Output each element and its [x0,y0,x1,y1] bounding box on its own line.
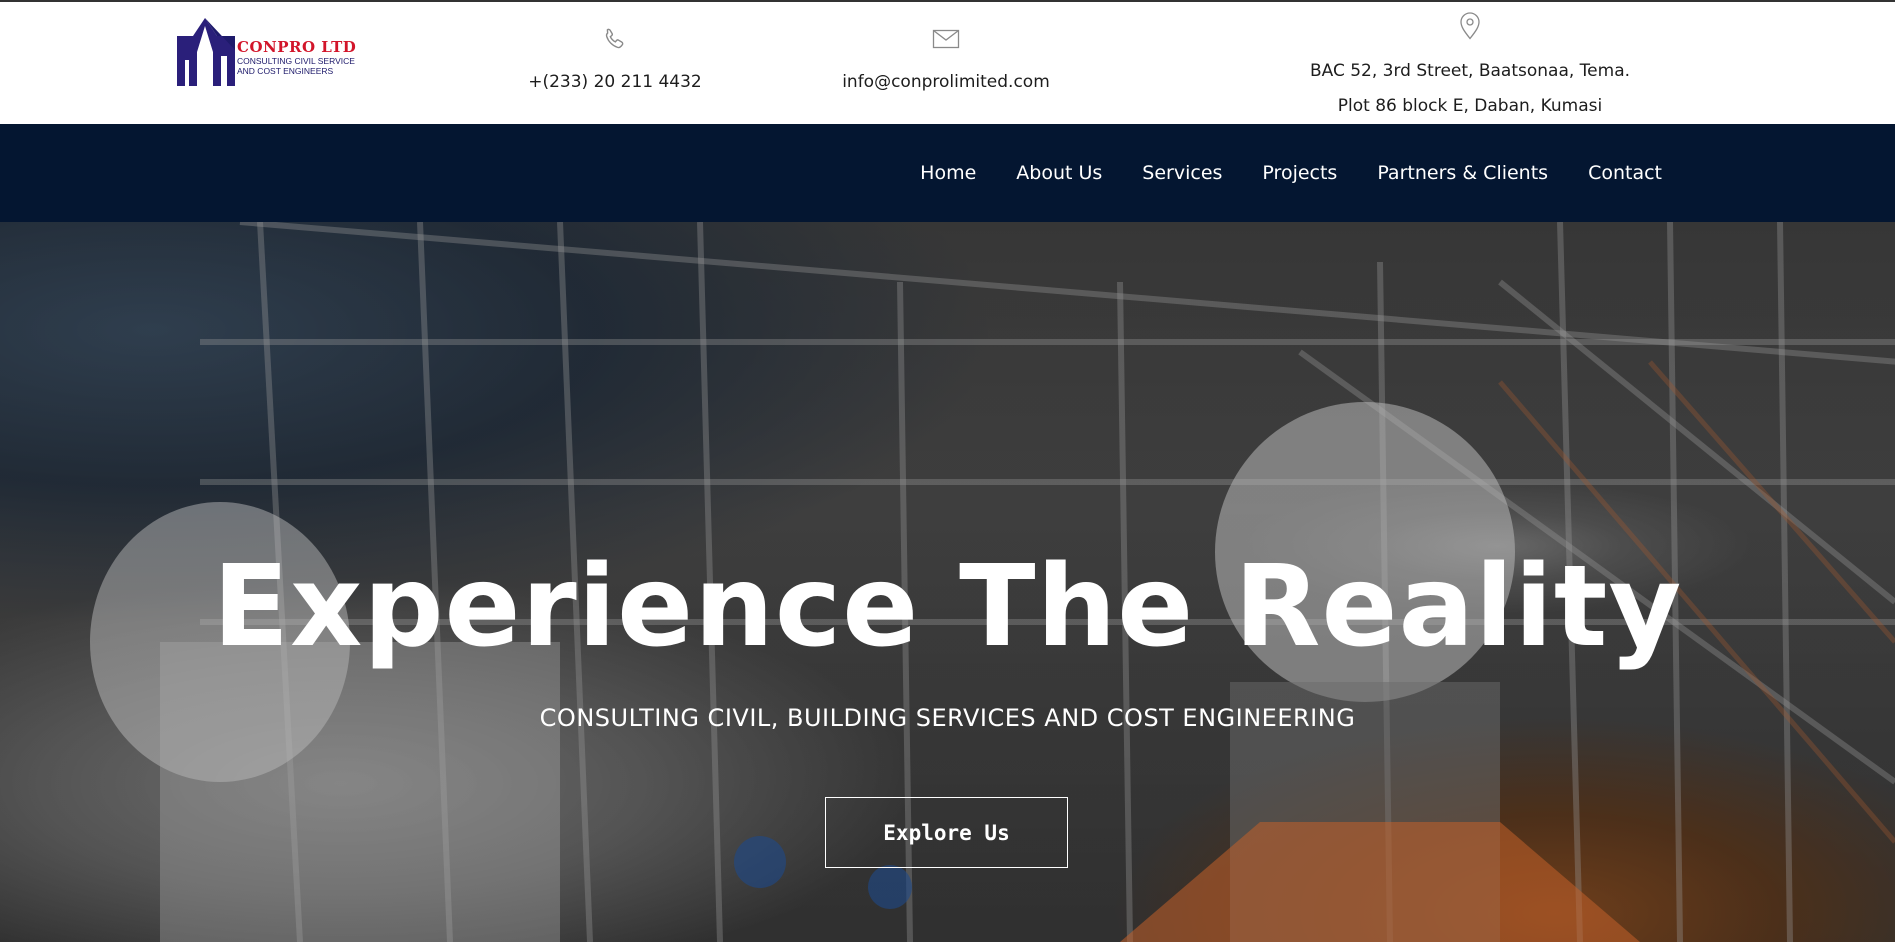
nav-item-about-us[interactable]: About Us [996,162,1122,184]
address-line-2: Plot 86 block E, Daban, Kumasi [1337,96,1603,116]
address-contact: BAC 52, 3rd Street, Baatsonaa, Tema. Plo… [1290,12,1650,124]
main-navbar: Home About Us Services Projects Partners… [0,124,1895,222]
nav-item-projects[interactable]: Projects [1242,162,1357,184]
email-address[interactable]: info@conprolimited.com [836,72,1056,92]
envelope-icon [932,29,960,49]
logo-tagline-line2: AND COST ENGINEERS [237,66,334,76]
logo-tagline-line1: CONSULTING CIVIL SERVICE [237,56,355,66]
logo-text: CONPRO LTD CONSULTING CIVIL SERVICE AND … [237,38,356,76]
explore-us-button[interactable]: Explore Us [825,797,1068,868]
nav-item-partners-clients[interactable]: Partners & Clients [1357,162,1568,184]
nav-item-home[interactable]: Home [900,162,996,184]
phone-icon [605,28,624,49]
nav-item-contact[interactable]: Contact [1568,162,1682,184]
logo-house-icon [177,18,235,86]
address-line-1: BAC 52, 3rd Street, Baatsonaa, Tema. [1309,61,1631,81]
company-logo[interactable]: CONPRO LTD CONSULTING CIVIL SERVICE AND … [175,16,365,88]
phone-contact[interactable]: +(233) 20 211 4432 [520,26,710,92]
top-header: CONPRO LTD CONSULTING CIVIL SERVICE AND … [0,0,1895,124]
hero-subtitle: CONSULTING CIVIL, BUILDING SERVICES AND … [539,704,1356,732]
logo-company-name: CONPRO LTD [237,38,357,56]
hero-banner: Experience The Reality CONSULTING CIVIL,… [0,222,1895,942]
email-contact[interactable]: info@conprolimited.com [836,28,1056,92]
hero-title: Experience The Reality [212,542,1683,672]
map-pin-icon [1460,12,1480,40]
nav-item-services[interactable]: Services [1122,162,1242,184]
phone-number[interactable]: +(233) 20 211 4432 [520,72,710,92]
nav-menu: Home About Us Services Projects Partners… [900,124,1682,222]
